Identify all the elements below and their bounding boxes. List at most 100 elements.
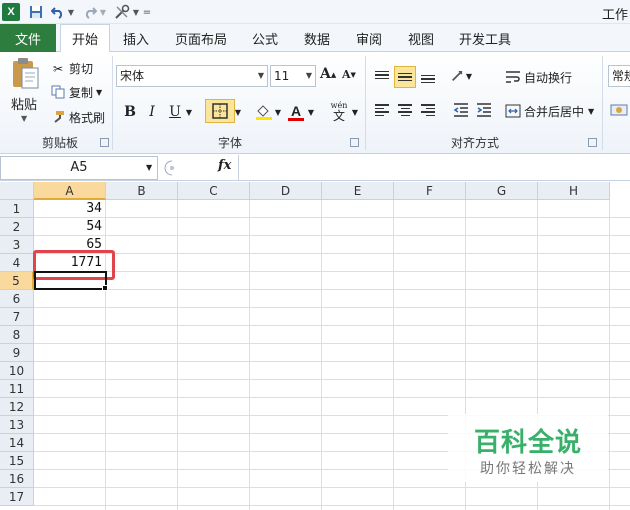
number-format-select[interactable]: 常规 <box>608 65 630 87</box>
row-header[interactable]: 14 <box>0 434 34 452</box>
redo-dropdown-icon[interactable]: ▼ <box>99 3 107 21</box>
decrease-indent-icon[interactable] <box>450 99 472 121</box>
row-header[interactable]: 16 <box>0 470 34 488</box>
cell-a2[interactable]: 54 <box>34 218 106 236</box>
bold-button[interactable]: B <box>119 101 141 123</box>
fill-handle[interactable] <box>102 285 108 291</box>
row-header[interactable]: 15 <box>0 452 34 470</box>
row-header[interactable]: 5 <box>0 272 34 290</box>
cut-button[interactable]: ✂ 剪切 <box>50 60 93 77</box>
paste-button[interactable]: 粘贴 <box>11 94 37 113</box>
align-right-button[interactable] <box>417 99 439 121</box>
font-name-select[interactable]: 宋体 ▼ <box>116 65 268 87</box>
format-painter-label: 格式刷 <box>69 111 106 125</box>
borders-button[interactable] <box>205 99 235 123</box>
underline-button[interactable]: U <box>164 101 186 123</box>
align-middle-button[interactable] <box>394 66 416 88</box>
tools-icon[interactable] <box>113 3 131 21</box>
undo-dropdown-icon[interactable]: ▼ <box>67 3 75 21</box>
italic-button[interactable]: I <box>141 101 163 123</box>
column-header-d[interactable]: D <box>250 182 322 200</box>
row-header[interactable]: 2 <box>0 218 34 236</box>
redo-icon[interactable] <box>82 3 98 21</box>
alignment-dialog-launcher-icon[interactable] <box>588 138 597 147</box>
customize-quick-access-icon[interactable]: = <box>142 3 152 21</box>
align-bottom-button[interactable] <box>417 68 439 90</box>
copy-button[interactable]: 复制 ▼ <box>50 84 102 101</box>
column-header-h[interactable]: H <box>538 182 610 200</box>
paste-dropdown-icon[interactable]: ▼ <box>21 114 27 123</box>
row-header[interactable]: 10 <box>0 362 34 380</box>
wrap-text-icon <box>505 70 521 86</box>
group-divider <box>365 56 366 150</box>
format-painter-button[interactable]: 格式刷 <box>50 109 105 126</box>
tab-view[interactable]: 视图 <box>400 24 442 52</box>
underline-dropdown-icon[interactable]: ▼ <box>184 101 194 123</box>
row-header[interactable]: 7 <box>0 308 34 326</box>
tab-home[interactable]: 开始 <box>60 24 110 53</box>
font-size-select[interactable]: 11 ▼ <box>270 65 316 87</box>
font-color-button[interactable]: A <box>285 101 307 123</box>
increase-font-size-icon[interactable]: A ▲ <box>320 66 336 82</box>
row-header[interactable]: 3 <box>0 236 34 254</box>
row-header[interactable]: 8 <box>0 326 34 344</box>
phonetic-dropdown-icon[interactable]: ▼ <box>350 101 360 123</box>
tab-developer[interactable]: 开发工具 <box>452 24 518 52</box>
tab-page-layout[interactable]: 页面布局 <box>168 24 234 52</box>
align-left-button[interactable] <box>371 99 393 121</box>
copy-dropdown-icon[interactable]: ▼ <box>96 88 102 97</box>
fill-bucket-icon <box>256 105 272 120</box>
increase-indent-icon[interactable] <box>473 99 495 121</box>
orientation-button[interactable]: ▼ <box>450 65 472 87</box>
currency-format-icon[interactable] <box>610 102 628 118</box>
column-header-c[interactable]: C <box>178 182 250 200</box>
name-box-dropdown-icon[interactable]: ▼ <box>146 163 152 172</box>
tools-dropdown-icon[interactable]: ▼ <box>132 3 140 21</box>
tab-review[interactable]: 审阅 <box>348 24 390 52</box>
row-header[interactable]: 11 <box>0 380 34 398</box>
merge-dropdown-icon[interactable]: ▼ <box>588 107 594 116</box>
active-cell-a5[interactable] <box>34 271 107 290</box>
clipboard-dialog-launcher-icon[interactable] <box>100 138 109 147</box>
wrap-text-button[interactable]: 自动换行 <box>505 69 572 86</box>
column-header-g[interactable]: G <box>466 182 538 200</box>
cut-label: 剪切 <box>69 62 94 76</box>
borders-dropdown-icon[interactable]: ▼ <box>233 101 243 123</box>
scissors-icon: ✂ <box>52 61 64 76</box>
row-header[interactable]: 1 <box>0 200 34 218</box>
undo-icon[interactable] <box>50 3 66 21</box>
row-header[interactable]: 4 <box>0 254 34 272</box>
select-all-corner[interactable] <box>0 182 34 200</box>
font-dialog-launcher-icon[interactable] <box>350 138 359 147</box>
name-box[interactable]: A5 <box>0 156 158 180</box>
fill-color-dropdown-icon[interactable]: ▼ <box>273 101 283 123</box>
merge-center-button[interactable]: 合并后居中 ▼ <box>505 103 594 120</box>
paste-icon[interactable] <box>10 56 40 90</box>
merge-center-icon <box>505 104 521 120</box>
tab-data[interactable]: 数据 <box>296 24 338 52</box>
tab-formulas[interactable]: 公式 <box>244 24 286 52</box>
decrease-font-size-icon[interactable]: A ▼ <box>342 68 356 81</box>
align-top-button[interactable] <box>371 64 393 86</box>
row-header[interactable]: 17 <box>0 488 34 506</box>
row-header[interactable]: 6 <box>0 290 34 308</box>
row-header[interactable]: 13 <box>0 416 34 434</box>
column-header-e[interactable]: E <box>322 182 394 200</box>
insert-function-icon[interactable]: fx <box>218 158 231 173</box>
font-color-dropdown-icon[interactable]: ▼ <box>306 101 316 123</box>
phonetic-guide-button[interactable]: wén 文 <box>328 100 350 122</box>
font-size-value: 11 <box>274 69 290 83</box>
fill-color-button[interactable] <box>253 101 275 123</box>
tab-file[interactable]: 文件 <box>0 24 56 52</box>
excel-logo-icon[interactable]: X <box>2 3 20 21</box>
row-header[interactable]: 9 <box>0 344 34 362</box>
column-header-a[interactable]: A <box>34 182 106 200</box>
align-center-button[interactable] <box>394 99 416 121</box>
tab-insert[interactable]: 插入 <box>114 24 158 52</box>
column-header-f[interactable]: F <box>394 182 466 200</box>
row-header[interactable]: 12 <box>0 398 34 416</box>
column-header-b[interactable]: B <box>106 182 178 200</box>
cell-a1[interactable]: 34 <box>34 200 106 218</box>
watermark-title: 百科全说 <box>473 428 582 458</box>
save-icon[interactable] <box>28 3 44 21</box>
